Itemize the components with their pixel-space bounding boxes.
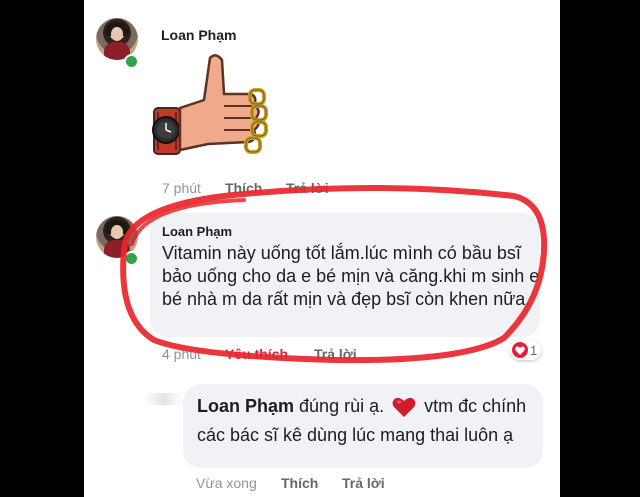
comment-bubble: Loan Phạm Vitamin này uống tốt lắm.lúc m… <box>150 213 540 337</box>
reply-button[interactable]: Trả lời <box>342 475 385 491</box>
reaction-badge[interactable]: 1 <box>510 340 542 360</box>
comment-thread: Loan Phạm 7 phút Thích Trả lời Loan Phạm… <box>84 0 560 497</box>
comment-timestamp: 7 phút <box>162 180 201 196</box>
heart-icon <box>512 342 528 358</box>
like-button[interactable]: Thích <box>225 180 262 196</box>
online-status-icon <box>124 251 139 266</box>
reply-button[interactable]: Trả lời <box>286 180 329 196</box>
divider-smudge <box>143 393 183 405</box>
comment-actions: 7 phút Thích Trả lời <box>162 180 362 200</box>
comment-author[interactable]: Loan Phạm <box>161 27 236 43</box>
reply-timestamp: Vừa xong <box>196 475 257 491</box>
thumbs-up-sticker <box>152 54 268 155</box>
reply-text-before: đúng rùi ạ. <box>299 396 385 416</box>
reaction-count: 1 <box>530 342 538 358</box>
comment-actions: 4 phút Yêu thích Trả lời <box>162 346 382 366</box>
reply-actions: Vừa xong Thích Trả lời <box>196 475 456 495</box>
like-button[interactable]: Thích <box>281 475 318 491</box>
online-status-icon <box>124 54 139 69</box>
reply-author[interactable]: Loan Phạm <box>197 396 294 416</box>
comment-author[interactable]: Loan Phạm <box>162 224 232 239</box>
reply-text: Loan Phạm đúng rùi ạ. vtm đc chính các b… <box>197 392 537 450</box>
comment-timestamp: 4 phút <box>162 346 201 362</box>
reply-button[interactable]: Trả lời <box>314 346 357 362</box>
heart-emoji-icon <box>392 398 416 418</box>
love-button[interactable]: Yêu thích <box>225 346 288 362</box>
reply-bubble: Loan Phạm đúng rùi ạ. vtm đc chính các b… <box>183 384 543 468</box>
comment-text: Vitamin này uống tốt lắm.lúc mình có bầu… <box>162 243 540 309</box>
